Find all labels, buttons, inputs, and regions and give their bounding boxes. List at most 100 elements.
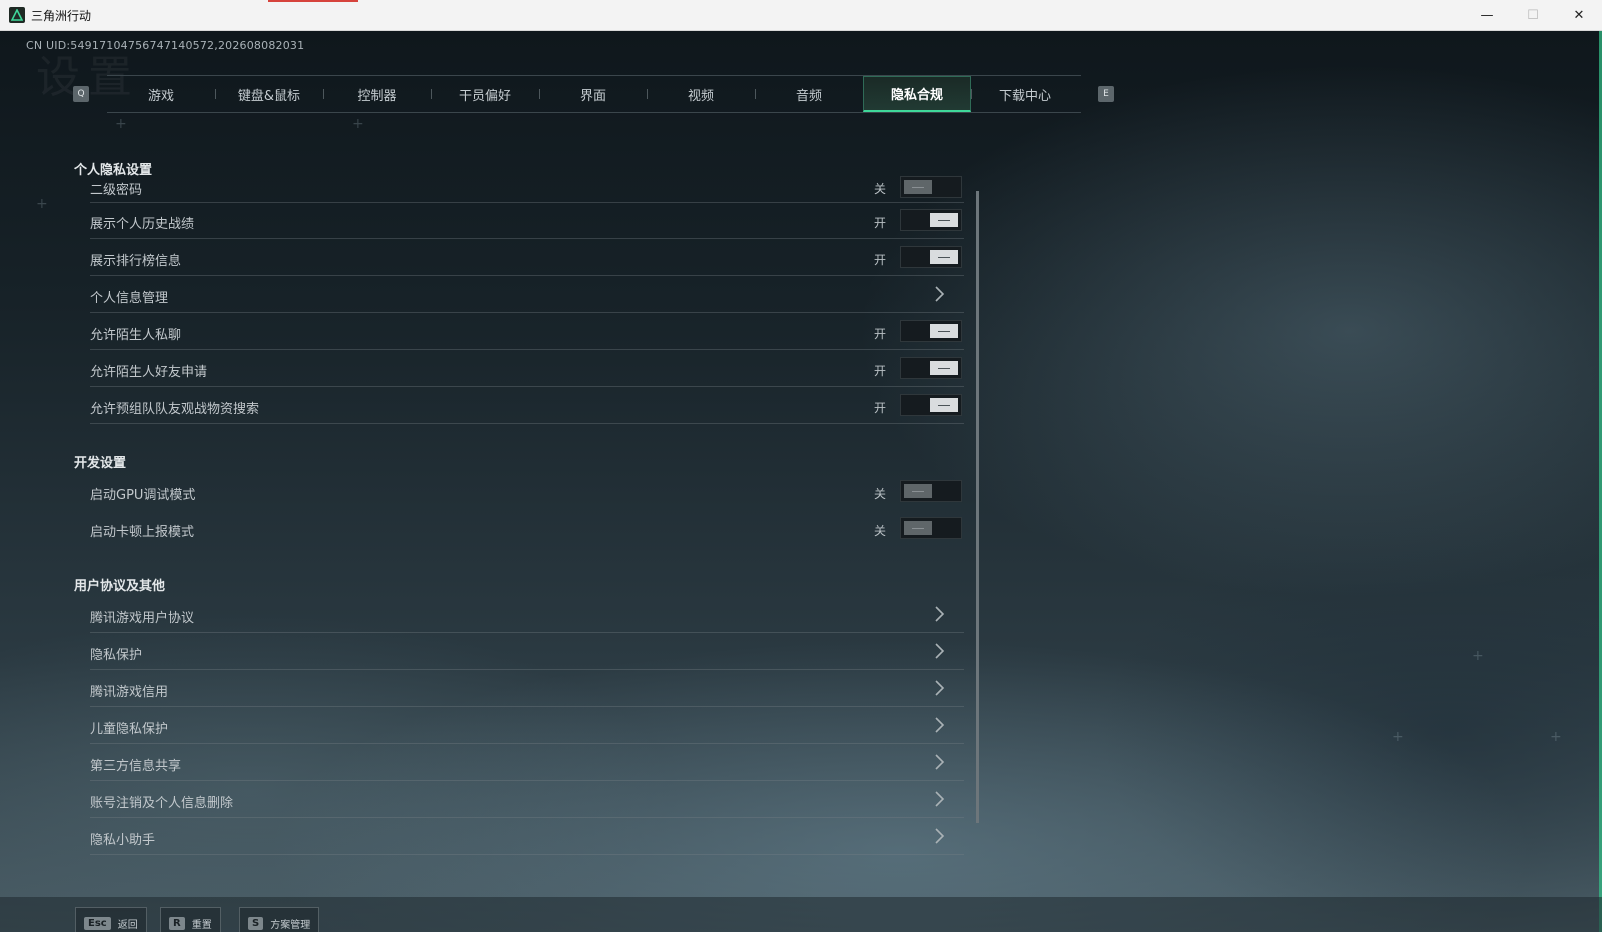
- chevron-right-icon: [935, 643, 945, 659]
- link-row-privacy-protection[interactable]: 隐私保护: [90, 634, 964, 670]
- setting-label: 腾讯游戏信用: [90, 685, 169, 700]
- uid-label: CN UID:54917104756747140572,202608082031: [26, 39, 305, 52]
- setting-label: 允许预组队队友观战物资搜索: [90, 402, 260, 417]
- minimize-button[interactable]: —: [1464, 0, 1510, 31]
- setting-label: 账号注销及个人信息删除: [90, 796, 234, 811]
- reset-label: 重置: [191, 919, 212, 931]
- toggle-knob: [904, 180, 932, 194]
- chevron-right-icon: [935, 828, 945, 844]
- profile-management-label: 方案管理: [270, 919, 311, 931]
- toggle-switch[interactable]: [900, 394, 962, 416]
- toggle-knob: [930, 250, 958, 264]
- bottom-action-bar: Esc 返回 R 重置 S 方案管理: [0, 897, 1602, 932]
- setting-label: 展示排行榜信息: [90, 254, 182, 269]
- toggle-switch[interactable]: [900, 357, 962, 379]
- chevron-right-icon: [935, 791, 945, 807]
- setting-row-gpu-debug[interactable]: 启动GPU调试模式 关: [90, 474, 964, 510]
- profile-management-button[interactable]: S 方案管理: [239, 907, 320, 932]
- decor-cross: +: [1472, 648, 1484, 664]
- tab-download-center[interactable]: 下载中心: [971, 76, 1079, 112]
- link-row-third-party-sharing[interactable]: 第三方信息共享: [90, 745, 964, 781]
- window-titlebar: 三角洲行动 — ☐ ✕: [0, 0, 1602, 31]
- settings-tabs: 游戏 键盘&鼠标 控制器 干员偏好 界面 视频 音频 隐私合规 下载中心: [107, 75, 1081, 113]
- link-row-user-agreement[interactable]: 腾讯游戏用户协议: [90, 597, 964, 633]
- chevron-right-icon: [935, 286, 945, 302]
- toggle-knob: [930, 361, 958, 375]
- close-button[interactable]: ✕: [1556, 0, 1602, 31]
- toggle-state-text: 开: [873, 364, 886, 378]
- setting-row-team-spectate-loot[interactable]: 允许预组队队友观战物资搜索 开: [90, 388, 964, 424]
- setting-row-personal-info[interactable]: 个人信息管理: [90, 277, 964, 313]
- decor-cross: +: [352, 116, 364, 132]
- link-row-privacy-assistant[interactable]: 隐私小助手: [90, 819, 964, 855]
- setting-label: 启动GPU调试模式: [90, 488, 196, 503]
- toggle-switch[interactable]: [900, 320, 962, 342]
- tab-audio[interactable]: 音频: [755, 76, 863, 112]
- chevron-right-icon: [935, 606, 945, 622]
- tab-controller[interactable]: 控制器: [323, 76, 431, 112]
- decor-cross: +: [36, 196, 48, 212]
- toggle-state-text: 开: [873, 401, 886, 415]
- setting-label: 儿童隐私保护: [90, 722, 169, 737]
- next-tab-key[interactable]: E: [1098, 86, 1114, 102]
- tab-operator-preferences[interactable]: 干员偏好: [431, 76, 539, 112]
- prev-tab-key[interactable]: Q: [73, 86, 89, 102]
- setting-label: 腾讯游戏用户协议: [90, 611, 195, 626]
- setting-label: 第三方信息共享: [90, 759, 182, 774]
- link-row-child-privacy[interactable]: 儿童隐私保护: [90, 708, 964, 744]
- tab-video[interactable]: 视频: [647, 76, 755, 112]
- toggle-state-text: 开: [873, 253, 886, 267]
- chevron-right-icon: [935, 717, 945, 733]
- settings-screen: 设置 CN UID:54917104756747140572,202608082…: [0, 31, 1602, 932]
- decor-cross: +: [1550, 729, 1562, 745]
- titlebar-accent: [268, 0, 358, 2]
- r-key: R: [169, 916, 185, 930]
- esc-key: Esc: [84, 916, 111, 930]
- back-label: 返回: [117, 919, 138, 931]
- setting-label: 隐私保护: [90, 648, 143, 663]
- toggle-switch[interactable]: [900, 176, 962, 198]
- toggle-switch[interactable]: [900, 246, 962, 268]
- setting-label: 启动卡顿上报模式: [90, 525, 195, 540]
- decor-cross: +: [115, 116, 127, 132]
- chevron-right-icon: [935, 754, 945, 770]
- setting-label: 隐私小助手: [90, 833, 156, 848]
- setting-row-show-history[interactable]: 展示个人历史战绩 开: [90, 203, 964, 239]
- back-button[interactable]: Esc 返回: [75, 907, 147, 932]
- tab-keyboard-mouse[interactable]: 键盘&鼠标: [215, 76, 323, 112]
- toggle-state-text: 关: [873, 487, 886, 501]
- toggle-knob: [930, 213, 958, 227]
- setting-row-secondary-password[interactable]: 二级密码 关: [90, 175, 964, 203]
- maximize-button[interactable]: ☐: [1510, 0, 1556, 31]
- section-title-agreements: 用户协议及其他: [74, 579, 166, 594]
- setting-row-show-leaderboard[interactable]: 展示排行榜信息 开: [90, 240, 964, 276]
- chevron-right-icon: [935, 680, 945, 696]
- toggle-knob: [930, 324, 958, 338]
- tab-game[interactable]: 游戏: [107, 76, 215, 112]
- link-row-account-deletion[interactable]: 账号注销及个人信息删除: [90, 782, 964, 818]
- toggle-knob: [930, 398, 958, 412]
- toggle-knob: [904, 484, 932, 498]
- section-title-dev: 开发设置: [74, 456, 127, 471]
- setting-row-stranger-friend-request[interactable]: 允许陌生人好友申请 开: [90, 351, 964, 387]
- tab-privacy-compliance[interactable]: 隐私合规: [863, 76, 971, 112]
- setting-label: 个人信息管理: [90, 291, 169, 306]
- toggle-switch[interactable]: [900, 517, 962, 539]
- toggle-state-text: 开: [873, 216, 886, 230]
- toggle-state-text: 关: [873, 182, 886, 196]
- setting-row-stutter-report[interactable]: 启动卡顿上报模式 关: [90, 511, 964, 547]
- reset-button[interactable]: R 重置: [160, 907, 221, 932]
- setting-label: 二级密码: [90, 183, 143, 198]
- setting-row-stranger-chat[interactable]: 允许陌生人私聊 开: [90, 314, 964, 350]
- link-row-game-credit[interactable]: 腾讯游戏信用: [90, 671, 964, 707]
- tab-interface[interactable]: 界面: [539, 76, 647, 112]
- toggle-switch[interactable]: [900, 209, 962, 231]
- decor-cross: +: [1392, 729, 1404, 745]
- toggle-switch[interactable]: [900, 480, 962, 502]
- setting-label: 展示个人历史战绩: [90, 217, 195, 232]
- settings-scrollbar[interactable]: [976, 191, 979, 823]
- toggle-knob: [904, 521, 932, 535]
- s-key: S: [248, 916, 264, 930]
- toggle-state-text: 关: [873, 524, 886, 538]
- toggle-state-text: 开: [873, 327, 886, 341]
